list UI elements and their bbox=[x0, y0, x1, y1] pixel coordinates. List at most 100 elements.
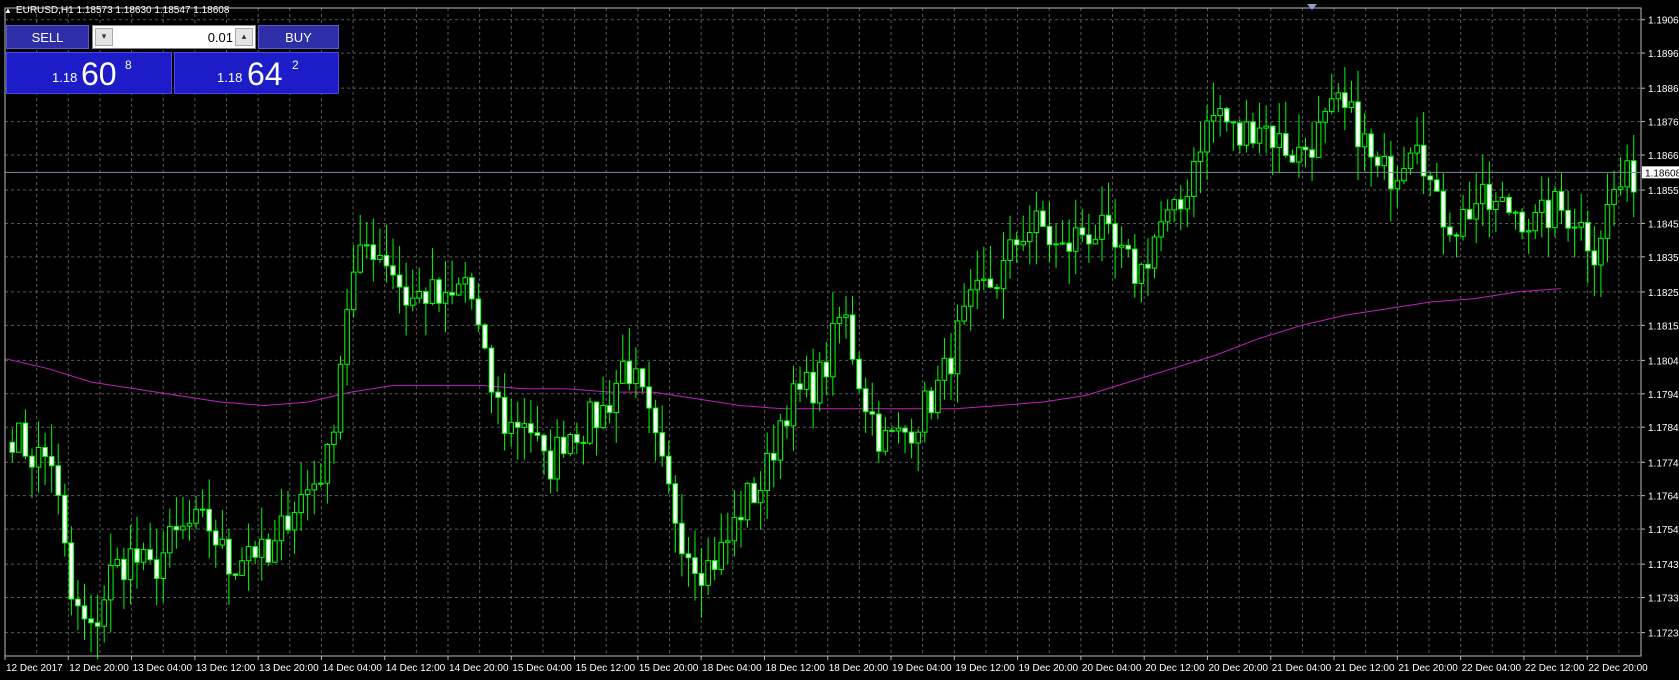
price-chart[interactable]: 1.18608 1.190651.189651.188601.187601.18… bbox=[0, 0, 1679, 680]
candle-body bbox=[948, 357, 954, 375]
candle-body bbox=[1630, 160, 1637, 193]
candle-body bbox=[449, 292, 455, 296]
candle-body bbox=[1453, 234, 1460, 237]
candle-body bbox=[1335, 92, 1342, 100]
chart-title-text: EURUSD,H1 1.18573 1.18630 1.18547 1.1860… bbox=[15, 5, 230, 16]
candle-body bbox=[547, 450, 554, 480]
candle-body bbox=[876, 413, 882, 452]
candle-body bbox=[1191, 161, 1197, 197]
candle-body bbox=[810, 371, 816, 404]
candle-body bbox=[1440, 190, 1447, 228]
candle-body bbox=[1571, 226, 1578, 229]
y-tick-label: 1.18760 bbox=[1648, 118, 1679, 129]
x-tick-label: 18 Dec 12:00 bbox=[765, 663, 825, 674]
candle-body bbox=[790, 383, 797, 427]
candle-body bbox=[797, 383, 803, 390]
candle-body bbox=[1283, 133, 1289, 156]
candle-body bbox=[285, 515, 291, 531]
y-tick-label: 1.18660 bbox=[1648, 151, 1679, 162]
candle-body bbox=[29, 455, 35, 468]
y-tick-label: 1.17540 bbox=[1648, 525, 1679, 536]
candle-body bbox=[1427, 175, 1433, 181]
candle-body bbox=[1237, 122, 1243, 146]
candle-body bbox=[1138, 263, 1145, 284]
candle-body bbox=[462, 277, 469, 285]
candle-body bbox=[331, 431, 337, 445]
lot-increase-button[interactable]: ▴ bbox=[235, 28, 253, 46]
x-tick-label: 22 Dec 20:00 bbox=[1588, 663, 1648, 674]
candle-body bbox=[377, 254, 383, 261]
candle-body bbox=[1158, 221, 1164, 238]
candle-body bbox=[226, 538, 232, 575]
chart-shift-icon[interactable] bbox=[1307, 4, 1317, 10]
candle-body bbox=[751, 482, 757, 504]
candle-body bbox=[1355, 101, 1361, 148]
candle-body bbox=[803, 371, 810, 390]
buy-price-prefix: 1.18 bbox=[217, 70, 243, 85]
candle-body bbox=[849, 314, 856, 360]
candle-body bbox=[633, 368, 639, 385]
buy-price-display[interactable]: 1.18 64 2 bbox=[174, 52, 339, 94]
candle-body bbox=[705, 560, 711, 586]
x-tick-label: 12 Dec 20:00 bbox=[69, 663, 129, 674]
candle-body bbox=[318, 482, 324, 485]
candle-body bbox=[1197, 151, 1204, 163]
candle-body bbox=[1322, 110, 1328, 123]
candle-body bbox=[981, 278, 987, 281]
candle-body bbox=[1414, 144, 1420, 154]
bid-price-label: 1.18608 bbox=[1645, 168, 1679, 179]
x-tick-label: 13 Dec 20:00 bbox=[259, 663, 319, 674]
candle-body bbox=[1361, 133, 1368, 148]
x-tick-label: 21 Dec 04:00 bbox=[1272, 663, 1332, 674]
candle-body bbox=[1112, 223, 1118, 248]
x-tick-label: 15 Dec 20:00 bbox=[639, 663, 699, 674]
candle-body bbox=[1302, 146, 1309, 151]
candle-body bbox=[1611, 188, 1617, 205]
moving-average-line bbox=[4, 288, 1562, 410]
y-tick-label: 1.18965 bbox=[1648, 49, 1679, 60]
candle-body bbox=[757, 489, 764, 504]
candle-body bbox=[1086, 234, 1092, 245]
candle-body bbox=[541, 434, 547, 452]
y-tick-label: 1.17740 bbox=[1648, 458, 1679, 469]
candle-body bbox=[62, 494, 68, 544]
candle-body bbox=[1204, 120, 1210, 153]
candle-body bbox=[357, 244, 363, 273]
x-tick-label: 21 Dec 20:00 bbox=[1398, 663, 1458, 674]
lot-decrease-button[interactable]: ▾ bbox=[95, 28, 113, 46]
lot-size-input[interactable] bbox=[115, 28, 237, 46]
candle-body bbox=[488, 347, 495, 393]
x-tick-label: 19 Dec 20:00 bbox=[1019, 663, 1079, 674]
sell-price-display[interactable]: 1.18 60 8 bbox=[6, 52, 172, 94]
candle-body bbox=[1223, 108, 1230, 123]
candle-body bbox=[1473, 203, 1479, 220]
candle-body bbox=[777, 420, 784, 461]
candle-body bbox=[692, 557, 698, 574]
candle-body bbox=[620, 360, 626, 384]
candle-body bbox=[1243, 121, 1250, 146]
candle-body bbox=[482, 324, 488, 349]
x-tick-label: 15 Dec 12:00 bbox=[576, 663, 636, 674]
candle-body bbox=[567, 433, 574, 455]
candle-body bbox=[213, 530, 219, 546]
candle-body bbox=[836, 316, 843, 324]
candle-body bbox=[784, 420, 790, 427]
candle-body bbox=[495, 391, 501, 398]
sell-button[interactable]: SELL bbox=[6, 25, 89, 49]
collapse-triangle-icon[interactable]: ▲ bbox=[4, 6, 12, 15]
candle-body bbox=[1020, 241, 1027, 246]
candle-body bbox=[725, 540, 731, 543]
y-tick-label: 1.17435 bbox=[1648, 560, 1679, 571]
candle-body bbox=[436, 279, 442, 304]
x-tick-label: 19 Dec 12:00 bbox=[955, 663, 1015, 674]
candle-body bbox=[416, 291, 423, 299]
chart-title: ▲ EURUSD,H1 1.18573 1.18630 1.18547 1.186… bbox=[4, 5, 229, 16]
candle-body bbox=[68, 542, 75, 600]
candle-body bbox=[193, 508, 199, 524]
candle-body bbox=[672, 483, 679, 524]
candle-body bbox=[363, 244, 370, 247]
candle-body bbox=[830, 322, 836, 378]
buy-button[interactable]: BUY bbox=[258, 25, 339, 49]
candle-body bbox=[94, 622, 101, 627]
candle-body bbox=[895, 427, 902, 432]
